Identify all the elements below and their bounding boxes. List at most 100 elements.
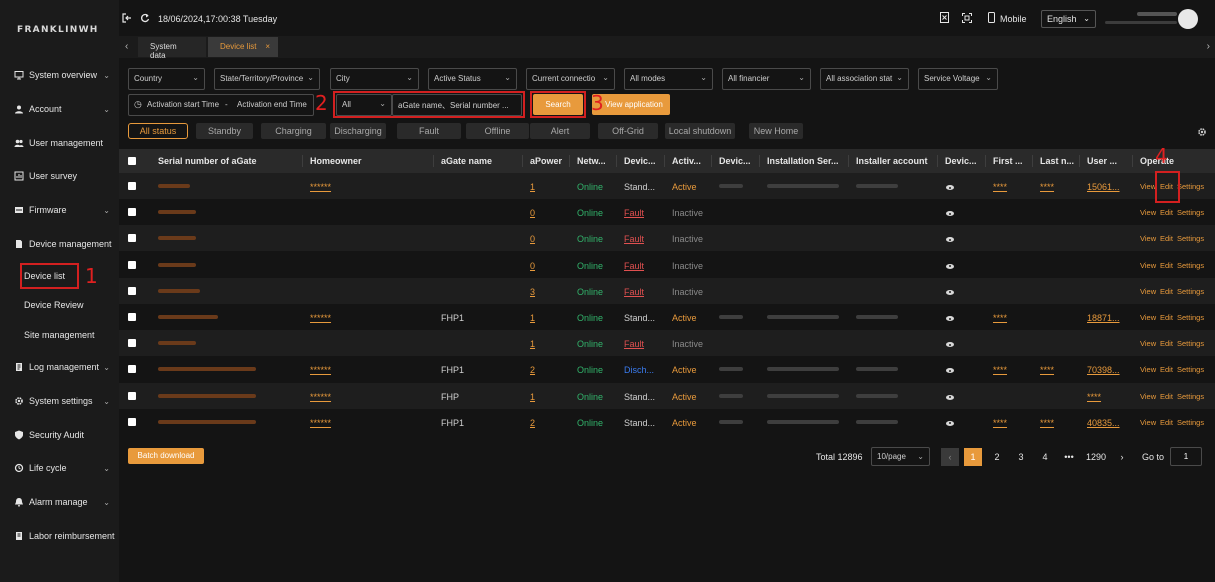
language-select[interactable]: English ⌄ [1041, 10, 1096, 28]
mobile-icon[interactable] [988, 12, 995, 23]
service-voltage-filter[interactable]: Service Voltage ⌄ [918, 68, 998, 90]
serial-number-redacted[interactable] [158, 419, 256, 424]
settings-link[interactable]: Settings [1177, 418, 1204, 427]
sidebar-item-life-cycle[interactable]: Life cycle ⌄ [14, 460, 116, 476]
batch-download-button[interactable]: Batch download [128, 448, 204, 464]
sidebar-item-account[interactable]: Account ⌄ [14, 101, 116, 117]
financier-filter[interactable]: All financier ⌄ [722, 68, 811, 90]
sidebar-item-firmware[interactable]: Firmware ⌄ [14, 202, 116, 218]
apower-cell[interactable]: 1 [530, 339, 535, 349]
user-cell[interactable]: 70398... [1087, 365, 1120, 375]
edit-link[interactable]: Edit [1160, 287, 1173, 296]
row-checkbox[interactable] [128, 417, 136, 426]
homeowner-cell[interactable]: ****** [310, 182, 331, 192]
avatar[interactable] [1178, 9, 1198, 29]
view-link[interactable]: View [1140, 339, 1156, 348]
status-chip-new-home[interactable]: New Home [749, 123, 803, 139]
column-header[interactable]: aPower [530, 156, 562, 166]
settings-link[interactable]: Settings [1177, 313, 1204, 322]
serial-number-redacted[interactable] [158, 236, 196, 241]
settings-link[interactable]: Settings [1177, 339, 1204, 348]
row-checkbox[interactable] [128, 260, 136, 269]
status-chip-off-grid[interactable]: Off-Grid [598, 123, 658, 139]
column-header[interactable]: Devic... [624, 156, 656, 166]
last-page-button[interactable]: 1290 [1082, 448, 1110, 466]
device-status-cell[interactable]: Fault [624, 339, 644, 349]
settings-link[interactable]: Settings [1177, 182, 1204, 191]
device-status-cell[interactable]: Fault [624, 208, 644, 218]
last-name-cell[interactable]: **** [1040, 182, 1054, 192]
settings-link[interactable]: Settings [1177, 208, 1204, 217]
sidebar-item-security-audit[interactable]: Security Audit [14, 427, 116, 443]
row-checkbox[interactable] [128, 234, 136, 243]
column-header[interactable]: Netw... [577, 156, 606, 166]
column-header[interactable]: Serial number of aGate [158, 156, 257, 166]
table-row[interactable]: 0 Online Fault Inactive View Edit Settings [119, 225, 1215, 252]
eye-icon[interactable] [946, 211, 954, 217]
eye-icon[interactable] [946, 263, 954, 269]
edit-link[interactable]: Edit [1160, 392, 1173, 401]
serial-number-redacted[interactable] [158, 315, 218, 319]
active-status-filter[interactable]: Active Status ⌄ [428, 68, 517, 90]
view-link[interactable]: View [1140, 261, 1156, 270]
status-chip-discharging[interactable]: Discharging [330, 123, 386, 139]
table-row[interactable]: 1 Online Fault Inactive View Edit Settings [119, 330, 1215, 357]
mobile-label[interactable]: Mobile [1000, 14, 1027, 24]
column-header[interactable]: Activ... [672, 156, 701, 166]
row-checkbox[interactable] [128, 182, 136, 190]
tab-scroll-right-icon[interactable]: › [1207, 41, 1210, 52]
current-connection-filter[interactable]: Current connectio ⌄ [526, 68, 615, 90]
eye-icon[interactable] [946, 289, 954, 295]
column-header[interactable]: Homeowner [310, 156, 362, 166]
apower-cell[interactable]: 3 [530, 287, 535, 297]
sidebar-item-system-settings[interactable]: System settings ⌄ [14, 393, 116, 409]
first-name-cell[interactable]: **** [993, 313, 1007, 323]
eye-icon[interactable] [946, 394, 954, 400]
homeowner-cell[interactable]: ****** [310, 313, 331, 323]
column-header[interactable]: Last n... [1040, 156, 1074, 166]
eye-icon[interactable] [946, 420, 954, 426]
first-name-cell[interactable]: **** [993, 365, 1007, 375]
sidebar-item-system-overview[interactable]: System overview ⌄ [14, 67, 116, 83]
sidebar-item-user-management[interactable]: User management [14, 135, 116, 151]
apower-cell[interactable]: 2 [530, 365, 535, 375]
view-link[interactable]: View [1140, 365, 1156, 374]
goto-page-input[interactable]: 1 [1170, 447, 1202, 466]
settings-link[interactable]: Settings [1177, 261, 1204, 270]
table-row[interactable]: ****** FHP1 1 Online Stand... Active **** 18871… [119, 304, 1215, 330]
edit-link[interactable]: Edit [1160, 418, 1173, 427]
serial-number-redacted[interactable] [158, 393, 256, 398]
first-name-cell[interactable]: **** [993, 182, 1007, 192]
tab-scroll-left-icon[interactable]: ‹ [125, 41, 128, 52]
table-row[interactable]: 0 Online Fault Inactive View Edit Settings [119, 252, 1215, 278]
last-name-cell[interactable]: **** [1040, 418, 1054, 428]
view-link[interactable]: View [1140, 392, 1156, 401]
user-cell[interactable]: 40835... [1087, 418, 1120, 428]
apower-cell[interactable]: 0 [530, 261, 535, 271]
sidebar-item-user-survey[interactable]: User survey [14, 168, 116, 184]
refresh-icon[interactable] [140, 13, 150, 23]
device-status-cell[interactable]: Fault [624, 261, 644, 271]
sidebar-item-alarm-manage[interactable]: Alarm manage ⌄ [14, 494, 116, 510]
first-name-cell[interactable]: **** [993, 418, 1007, 428]
all-modes-filter[interactable]: All modes ⌄ [624, 68, 713, 90]
homeowner-cell[interactable]: ****** [310, 365, 331, 375]
user-cell[interactable]: 15061... [1087, 182, 1120, 192]
serial-number-redacted[interactable] [158, 288, 200, 293]
column-header[interactable]: Devic... [719, 156, 751, 166]
homeowner-cell[interactable]: ****** [310, 392, 331, 402]
column-header[interactable]: Installer account [856, 156, 928, 166]
sidebar-item-labor-reimbursement[interactable]: Labor reimbursement [14, 528, 116, 544]
settings-link[interactable]: Settings [1177, 234, 1204, 243]
sidebar-item-device-management[interactable]: Device management [14, 236, 116, 252]
status-chip-all-status[interactable]: All status [128, 123, 188, 139]
table-row[interactable]: ****** 1 Online Stand... Active **** **** 15061… [119, 173, 1215, 199]
eye-icon[interactable] [946, 237, 954, 243]
fullscreen-icon[interactable] [962, 13, 972, 23]
prev-page-button[interactable]: ‹ [941, 448, 959, 466]
serial-number-redacted[interactable] [158, 367, 256, 372]
gear-icon[interactable] [1197, 127, 1207, 137]
status-chip-standby[interactable]: Standby [196, 123, 253, 139]
user-cell[interactable]: **** [1087, 392, 1101, 402]
column-header[interactable]: User ... [1087, 156, 1117, 166]
